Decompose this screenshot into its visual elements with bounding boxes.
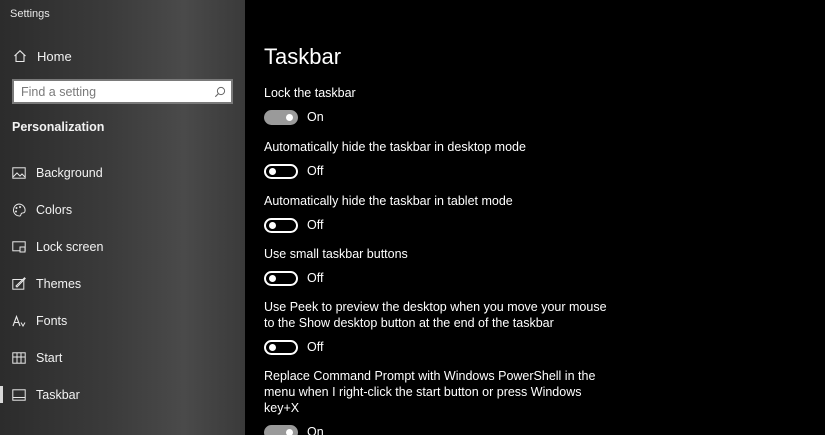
home-icon xyxy=(12,48,28,64)
background-icon xyxy=(11,165,27,181)
toggle-state: Off xyxy=(307,271,324,285)
toggle-state: Off xyxy=(307,164,324,178)
sidebar-item-themes[interactable]: Themes xyxy=(0,265,245,302)
setting-autohide-desktop: Automatically hide the taskbar in deskto… xyxy=(264,139,824,179)
search-box xyxy=(12,79,233,104)
toggle-knob xyxy=(269,274,276,282)
toggle-state: Off xyxy=(307,218,324,232)
toggle-knob xyxy=(286,428,293,435)
autohide-tablet-toggle[interactable] xyxy=(264,217,298,233)
lock-taskbar-toggle[interactable] xyxy=(264,109,298,125)
setting-label: Automatically hide the taskbar in deskto… xyxy=(264,140,526,154)
sidebar-nav: Background Colors Lock screen Themes Fon… xyxy=(0,154,245,413)
powershell-toggle-row[interactable]: On xyxy=(264,424,609,435)
page-title: Taskbar xyxy=(264,44,342,69)
setting-label: Use Peek to preview the desktop when you… xyxy=(264,300,607,330)
toggle-knob xyxy=(269,343,276,351)
sidebar-item-colors[interactable]: Colors xyxy=(0,191,245,228)
peek-toggle[interactable] xyxy=(264,339,298,355)
setting-label: Automatically hide the taskbar in tablet… xyxy=(264,194,513,208)
search-icon[interactable] xyxy=(209,86,231,98)
toggle-knob xyxy=(269,167,276,175)
search-input[interactable] xyxy=(14,81,209,102)
sidebar-item-label: Lock screen xyxy=(36,239,104,254)
small-buttons-toggle[interactable] xyxy=(264,270,298,286)
sidebar-item-start[interactable]: Start xyxy=(0,339,245,376)
sidebar-item-taskbar[interactable]: Taskbar xyxy=(0,376,245,413)
setting-label: Use small taskbar buttons xyxy=(264,247,408,261)
home-nav-item[interactable]: Home xyxy=(12,46,72,66)
toggle-state: On xyxy=(307,110,324,124)
lock-screen-icon xyxy=(11,239,27,255)
small-buttons-toggle-row[interactable]: Off xyxy=(264,270,824,286)
sidebar-item-label: Taskbar xyxy=(36,387,80,402)
setting-label: Lock the taskbar xyxy=(264,86,356,100)
sidebar: Settings Home Personalization Background… xyxy=(0,0,245,435)
window-title: Settings xyxy=(10,8,50,20)
toggle-state: Off xyxy=(307,340,324,354)
taskbar-icon xyxy=(11,387,27,403)
lock-taskbar-toggle-row[interactable]: On xyxy=(264,109,824,125)
fonts-icon xyxy=(11,313,27,329)
toggle-knob xyxy=(269,221,276,229)
sidebar-item-background[interactable]: Background xyxy=(0,154,245,191)
setting-autohide-tablet: Automatically hide the taskbar in tablet… xyxy=(264,193,824,233)
setting-lock-taskbar: Lock the taskbar On xyxy=(264,85,824,125)
sidebar-item-label: Background xyxy=(36,165,103,180)
autohide-tablet-toggle-row[interactable]: Off xyxy=(264,217,824,233)
powershell-toggle[interactable] xyxy=(264,424,298,435)
autohide-desktop-toggle-row[interactable]: Off xyxy=(264,163,824,179)
main-panel: Taskbar Lock the taskbar On Automaticall… xyxy=(245,0,825,435)
sidebar-item-fonts[interactable]: Fonts xyxy=(0,302,245,339)
setting-label: Replace Command Prompt with Windows Powe… xyxy=(264,369,596,415)
themes-icon xyxy=(11,276,27,292)
palette-icon xyxy=(11,202,27,218)
setting-small-buttons: Use small taskbar buttons Off xyxy=(264,246,824,286)
setting-powershell: Replace Command Prompt with Windows Powe… xyxy=(264,368,609,435)
sidebar-item-label: Colors xyxy=(36,202,73,217)
sidebar-item-lock-screen[interactable]: Lock screen xyxy=(0,228,245,265)
sidebar-item-label: Fonts xyxy=(36,313,68,328)
setting-peek: Use Peek to preview the desktop when you… xyxy=(264,299,609,355)
sidebar-item-label: Start xyxy=(36,350,63,365)
autohide-desktop-toggle[interactable] xyxy=(264,163,298,179)
toggle-knob xyxy=(286,113,293,121)
toggle-state: On xyxy=(307,425,324,435)
sidebar-item-label: Themes xyxy=(36,276,82,291)
start-icon xyxy=(11,350,27,366)
peek-toggle-row[interactable]: Off xyxy=(264,339,609,355)
home-label: Home xyxy=(37,48,72,64)
section-title: Personalization xyxy=(12,120,105,134)
